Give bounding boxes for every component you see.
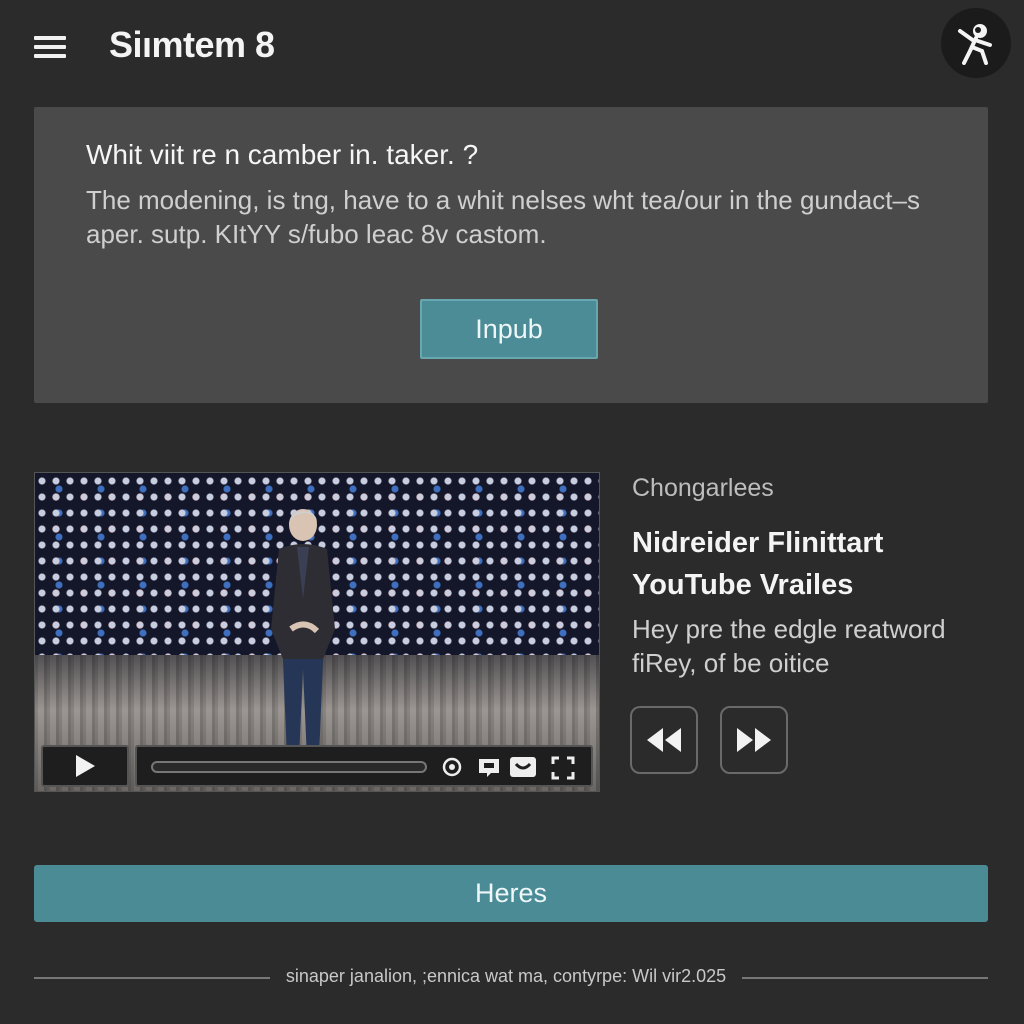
footer-divider-left [34, 977, 270, 979]
fullscreen-icon[interactable] [551, 756, 575, 780]
next-button[interactable] [720, 706, 788, 774]
header: Siımtem 8 [0, 0, 1024, 96]
card-body: The modening, is tng, have to a whit nel… [86, 185, 920, 249]
avatar[interactable] [941, 8, 1011, 78]
footer-divider-right [742, 977, 988, 979]
rewind-icon [647, 728, 681, 752]
app-title: Siımtem 8 [109, 24, 275, 65]
fast-forward-icon [737, 728, 771, 752]
card-title: Whit viit re n camber in. taker. ? [86, 139, 479, 170]
settings-icon[interactable] [441, 756, 463, 778]
video-title[interactable]: Nidreider Flinittart YouTube Vrailes [632, 522, 992, 606]
input-button[interactable]: Inpub [420, 299, 598, 359]
previous-button[interactable] [630, 706, 698, 774]
video-category: Chongarlees [632, 474, 774, 502]
app-screen: Siımtem 8 Whit viit re n camber in. take… [0, 0, 1024, 1024]
play-icon [76, 755, 95, 777]
video-player[interactable] [34, 472, 600, 792]
video-description: Hey pre the edgle reatword fiRey, of be … [632, 614, 946, 678]
control-bar [135, 745, 593, 787]
prompt-card: Whit viit re n camber in. taker. ? The m… [34, 107, 988, 403]
captions-icon[interactable] [477, 756, 501, 780]
video-controls [41, 745, 593, 787]
progress-bar[interactable] [151, 761, 427, 773]
menu-icon[interactable] [30, 30, 72, 64]
play-button[interactable] [41, 745, 129, 787]
heres-button[interactable]: Heres [34, 865, 988, 922]
avatar-icon [958, 24, 992, 65]
cc-icon[interactable] [509, 756, 537, 778]
footer-text: sinaper janalion, ;ennica wat ma, contyr… [285, 966, 727, 986]
